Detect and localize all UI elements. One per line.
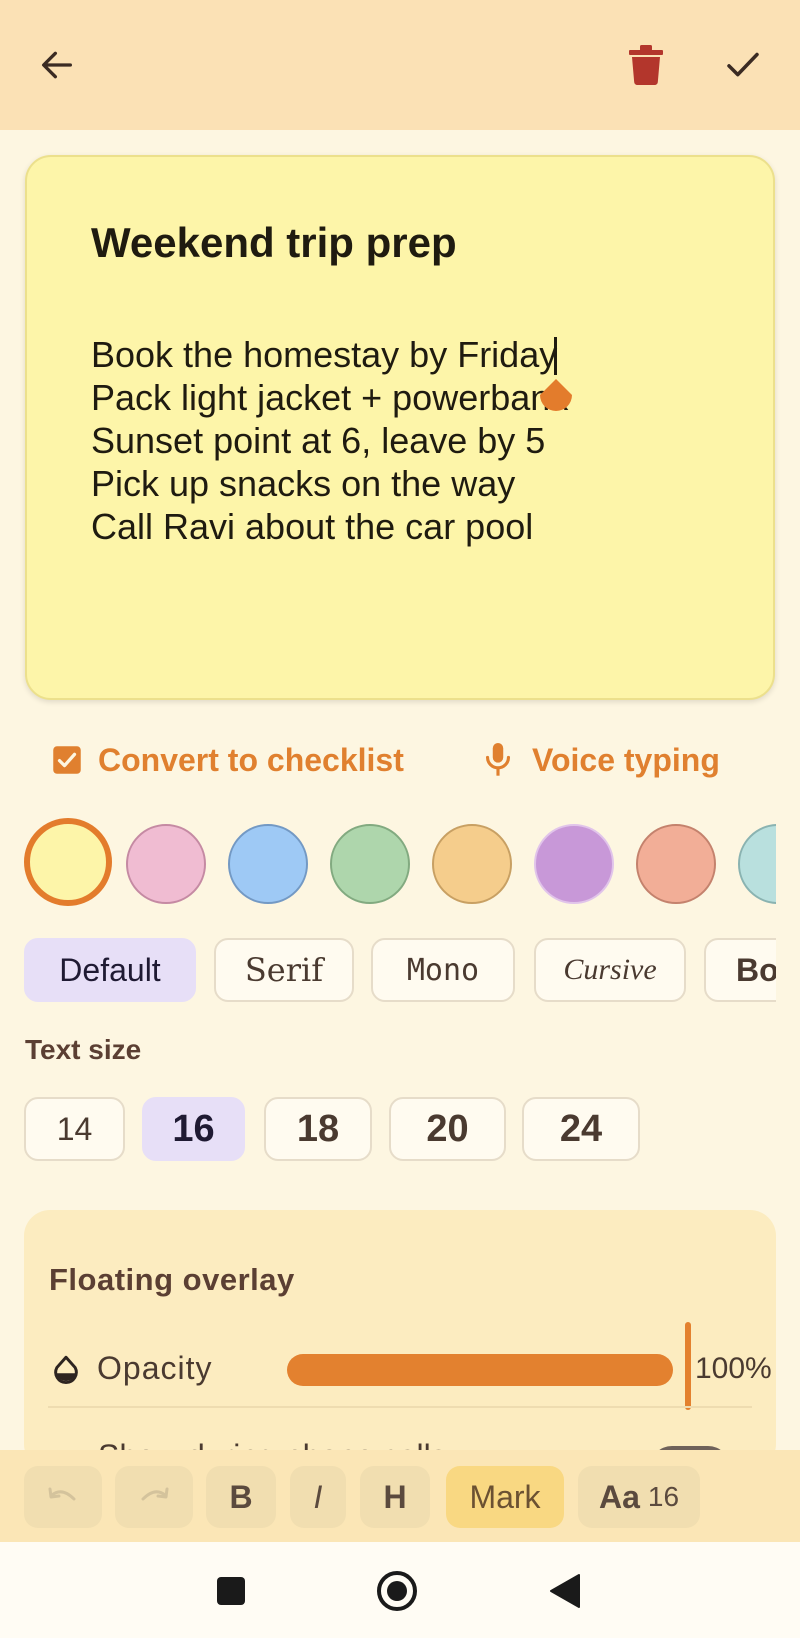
system-navigation-bar: [0, 1542, 800, 1638]
color-swatch[interactable]: [534, 824, 614, 904]
home-circle-icon: [377, 1571, 417, 1611]
checkmark-icon: [727, 52, 759, 77]
heading-button[interactable]: H: [360, 1466, 430, 1528]
home-button[interactable]: [370, 1564, 424, 1618]
opacity-slider-track[interactable]: [287, 1354, 673, 1386]
floating-overlay-panel: Floating overlay Opacity 100% Show durin…: [24, 1210, 776, 1470]
note-body[interactable]: Book the homestay by Friday Pack light j…: [91, 333, 568, 548]
size-chip-14[interactable]: 14: [24, 1097, 125, 1161]
font-chip-bold[interactable]: Bold: [704, 938, 776, 1002]
note-color-picker: [24, 818, 776, 910]
font-chip-cursive[interactable]: Cursive: [534, 938, 686, 1002]
text-size-button-prefix: Aa: [598, 1478, 640, 1515]
divider: [48, 1406, 752, 1408]
note-actions: Convert to checklist Voice typing: [0, 730, 800, 790]
back-button[interactable]: [27, 35, 87, 95]
italic-button[interactable]: I: [290, 1466, 346, 1528]
top-app-bar: [0, 0, 800, 130]
size-chip-24[interactable]: 24: [522, 1097, 640, 1161]
recents-button[interactable]: [204, 1564, 258, 1618]
note-title[interactable]: Weekend trip prep: [91, 219, 457, 267]
opacity-drop-icon: [54, 1355, 78, 1385]
size-chip-18[interactable]: 18: [264, 1097, 372, 1161]
color-swatch[interactable]: [432, 824, 512, 904]
font-chip-serif[interactable]: Serif: [214, 938, 354, 1002]
text-size-button-value: 16: [647, 1481, 680, 1512]
floating-overlay-title: Floating overlay: [49, 1262, 295, 1297]
font-chip-default[interactable]: Default: [24, 938, 196, 1002]
redo-button[interactable]: [115, 1466, 193, 1528]
triangle-back-icon: [550, 1574, 580, 1608]
checkbox-checked-icon: [53, 746, 81, 774]
color-swatch[interactable]: [636, 824, 716, 904]
undo-icon: [48, 1487, 76, 1501]
undo-button[interactable]: [24, 1466, 102, 1528]
color-swatch[interactable]: [126, 824, 206, 904]
mark-button[interactable]: Mark: [446, 1466, 564, 1528]
square-icon: [217, 1577, 245, 1605]
color-swatch[interactable]: [738, 824, 776, 904]
size-chip-20[interactable]: 20: [389, 1097, 506, 1161]
color-swatch[interactable]: [24, 818, 112, 906]
color-swatch[interactable]: [228, 824, 308, 904]
opacity-label: Opacity: [97, 1350, 213, 1386]
opacity-row: Opacity 100%: [49, 1322, 772, 1410]
size-chip-16[interactable]: 16: [142, 1097, 245, 1161]
delete-button[interactable]: [616, 35, 676, 95]
font-family-picker: Default Serif Mono Cursive Bold: [24, 938, 776, 1004]
color-swatch[interactable]: [330, 824, 410, 904]
note-editor-card[interactable]: Weekend trip prep Book the homestay by F…: [25, 155, 775, 700]
convert-to-checklist-button[interactable]: Convert to checklist: [52, 730, 404, 790]
microphone-icon: [485, 743, 511, 776]
text-cursor: [554, 337, 557, 375]
text-size-picker: 14 16 18 20 24: [24, 1097, 724, 1163]
font-chip-mono[interactable]: Mono: [371, 938, 515, 1002]
redo-icon: [141, 1487, 169, 1501]
opacity-value: 100%: [695, 1352, 772, 1385]
text-size-label: Text size: [25, 1034, 142, 1065]
opacity-slider-thumb[interactable]: [685, 1322, 691, 1410]
voice-typing-button[interactable]: Voice typing: [484, 730, 720, 790]
text-size-button[interactable]: Aa 16: [578, 1466, 700, 1528]
back-nav-button[interactable]: [538, 1564, 592, 1618]
cursor-handle-icon[interactable]: [536, 379, 576, 419]
arrow-left-icon: [42, 51, 73, 79]
trash-icon: [629, 45, 663, 85]
save-button[interactable]: [713, 35, 773, 95]
voice-typing-label: Voice typing: [532, 741, 720, 778]
format-toolbar: B I H Mark Aa 16: [0, 1450, 800, 1542]
bold-button[interactable]: B: [206, 1466, 276, 1528]
convert-to-checklist-label: Convert to checklist: [98, 741, 404, 778]
